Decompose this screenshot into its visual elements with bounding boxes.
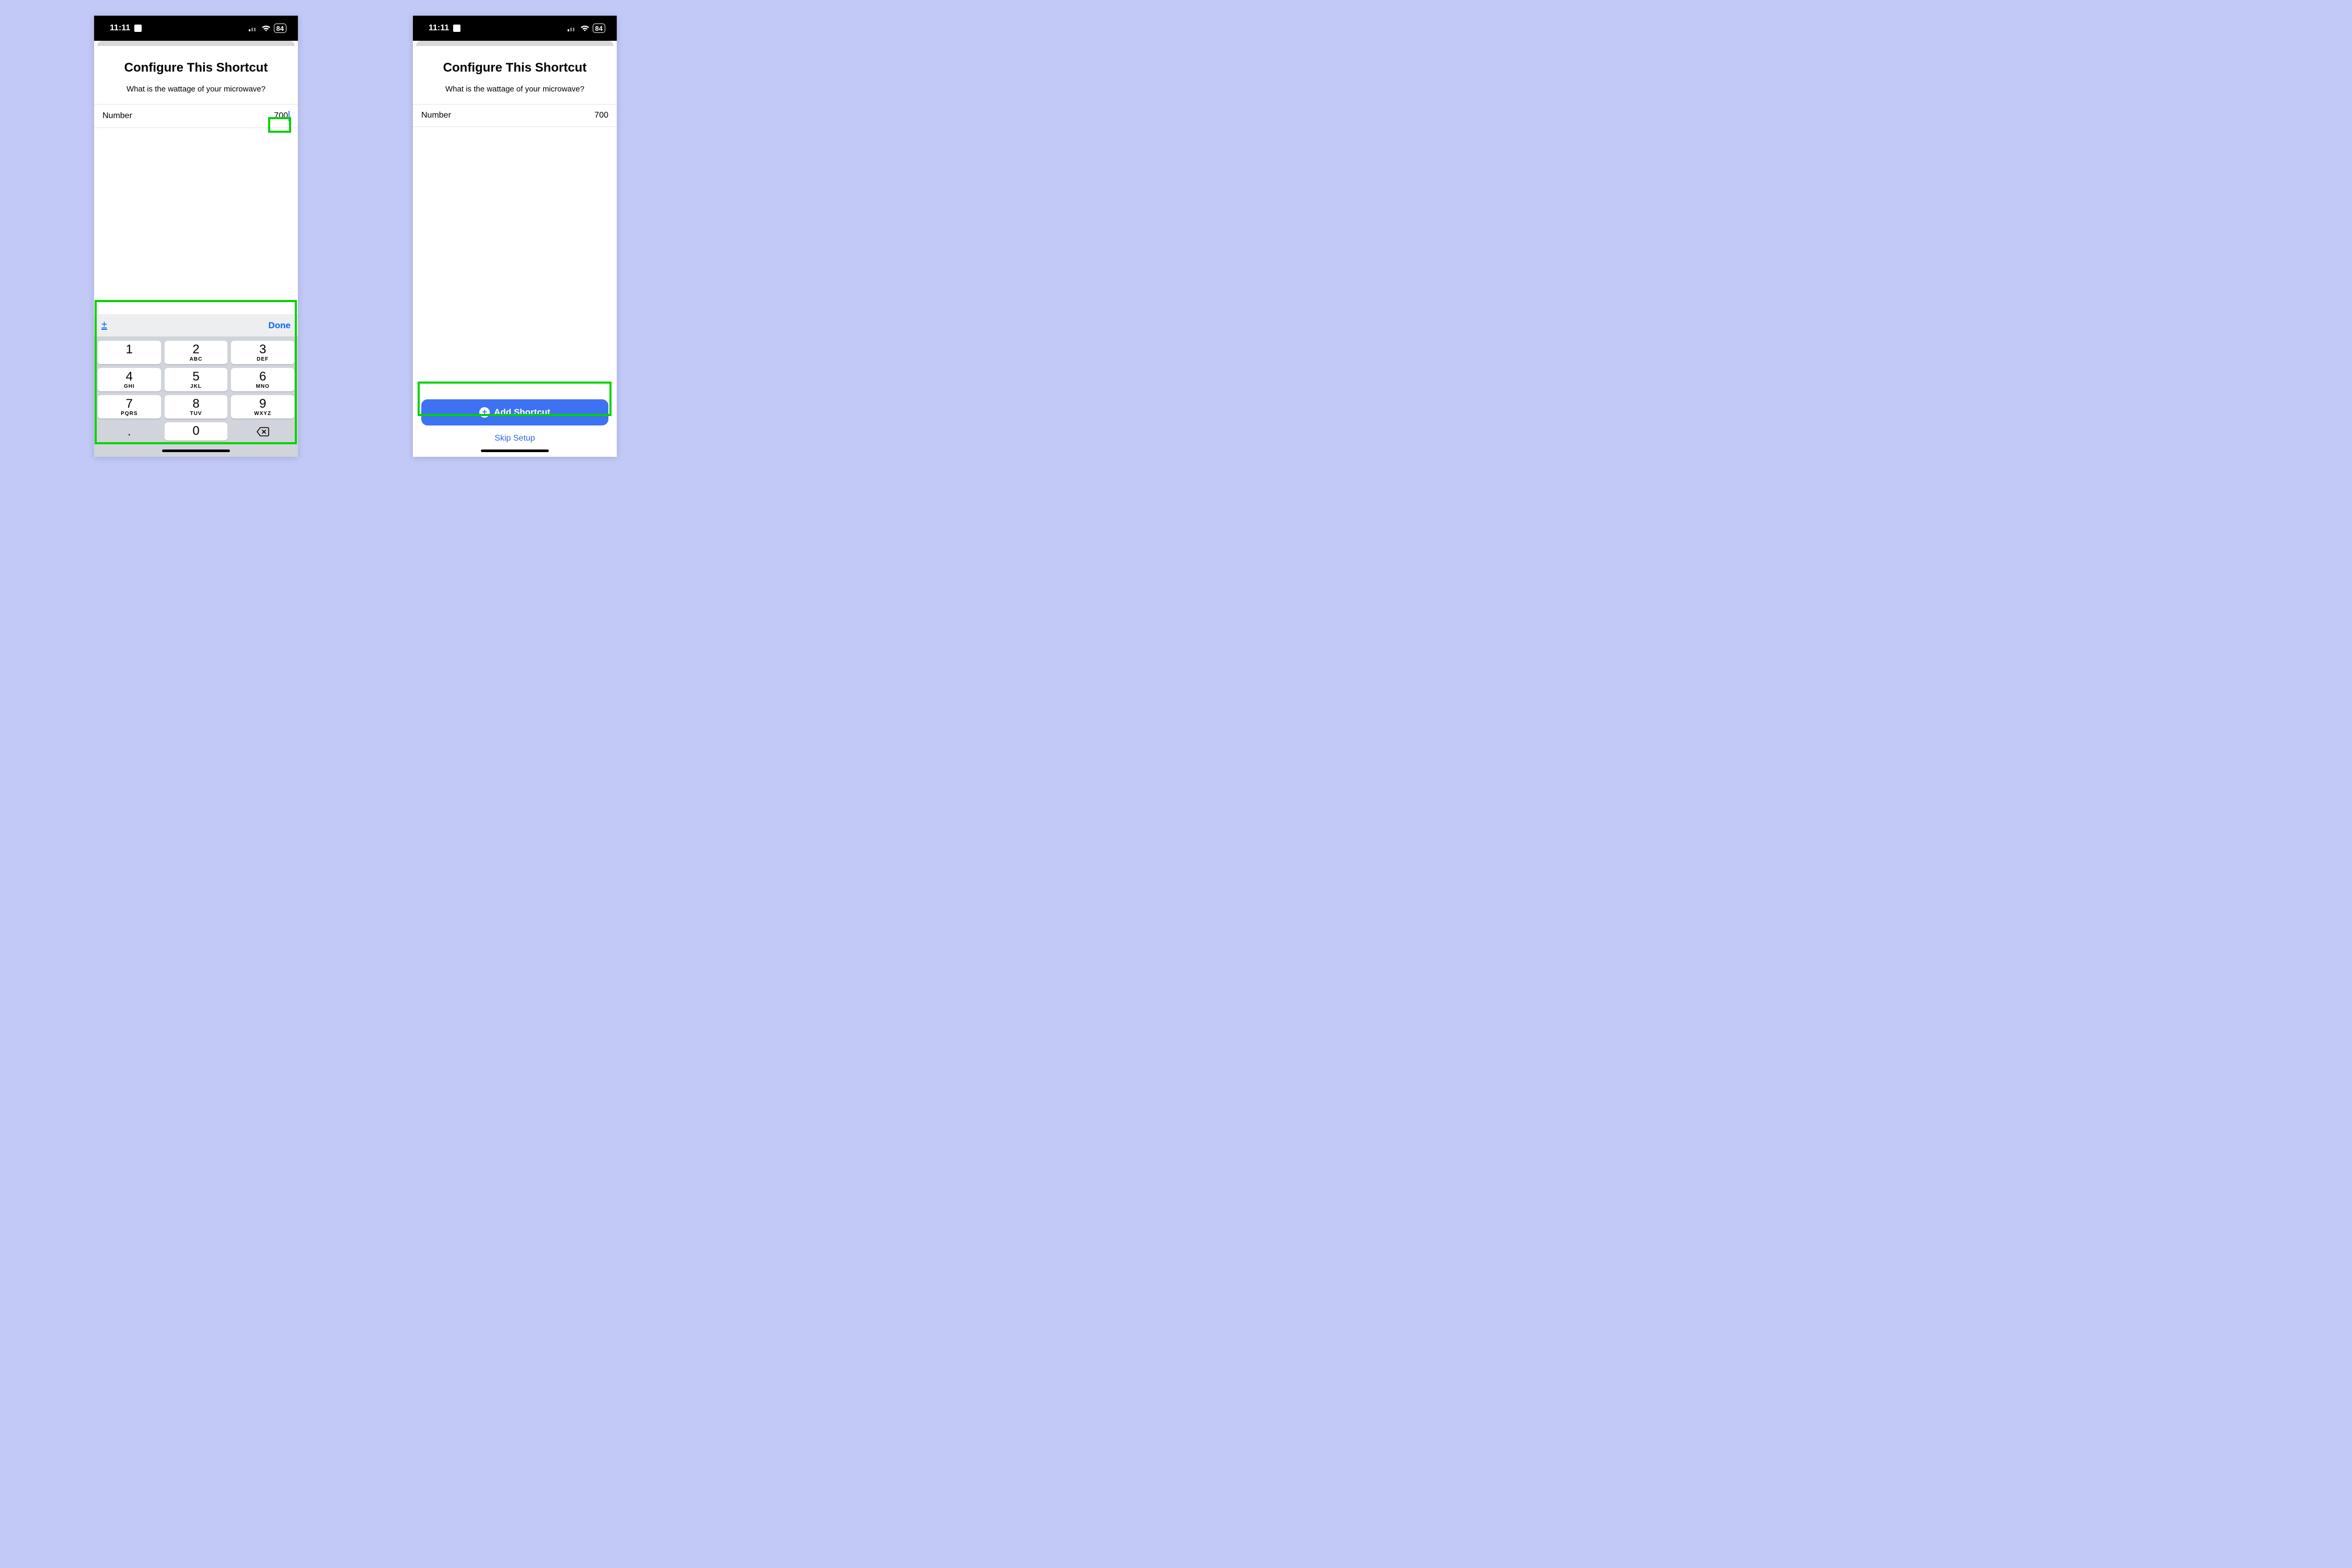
- contact-card-icon: [134, 25, 142, 32]
- modal-sheet: Configure This Shortcut What is the watt…: [94, 46, 298, 457]
- key-9[interactable]: 9WXYZ: [231, 395, 294, 419]
- battery-badge: 84: [593, 24, 605, 33]
- plus-circle-icon: +: [479, 407, 490, 418]
- phone-screenshot-right: 11:11 84 Configure This Shortcut What is…: [413, 16, 617, 457]
- keypad-grid: 1 2ABC 3DEF 4GHI 5JKL 6MNO 7PQRS 8TUV 9W…: [94, 337, 298, 444]
- key-1[interactable]: 1: [98, 341, 161, 364]
- key-8[interactable]: 8TUV: [165, 395, 228, 419]
- number-field-row[interactable]: Number 700: [413, 104, 617, 127]
- cellular-signal-icon: [249, 25, 258, 31]
- number-field-label: Number: [102, 111, 132, 121]
- number-field-row[interactable]: Number 700: [94, 104, 298, 128]
- wifi-icon: [261, 25, 271, 32]
- plus-minus-button[interactable]: ±: [101, 319, 107, 331]
- number-field-value[interactable]: 700: [269, 111, 290, 121]
- bottom-actions: + Add Shortcut Skip Setup: [413, 399, 617, 443]
- number-field-value[interactable]: 700: [587, 111, 608, 120]
- status-time: 11:11: [429, 24, 449, 33]
- key-backspace[interactable]: [231, 422, 294, 441]
- sheet-title: Configure This Shortcut: [94, 61, 298, 75]
- status-bar: 11:11 84: [94, 16, 298, 41]
- number-field-label: Number: [421, 111, 451, 120]
- done-button[interactable]: Done: [269, 320, 291, 331]
- key-0[interactable]: 0: [165, 422, 228, 441]
- background-sheet-edge: [416, 41, 614, 46]
- battery-badge: 84: [274, 24, 286, 33]
- add-shortcut-button[interactable]: + Add Shortcut: [421, 399, 608, 425]
- key-7[interactable]: 7PQRS: [98, 395, 161, 419]
- home-indicator[interactable]: [94, 444, 298, 457]
- text-caret: [289, 111, 290, 121]
- key-6[interactable]: 6MNO: [231, 368, 294, 391]
- key-4[interactable]: 4GHI: [98, 368, 161, 391]
- wifi-icon: [580, 25, 590, 32]
- background-sheet-edge: [97, 41, 295, 46]
- home-indicator[interactable]: [413, 444, 617, 457]
- backspace-icon: [256, 426, 270, 437]
- modal-sheet: Configure This Shortcut What is the watt…: [413, 46, 617, 457]
- phone-screenshot-left: 11:11 84 Configure This Shortcut What is…: [94, 16, 298, 457]
- status-time: 11:11: [110, 24, 130, 33]
- key-3[interactable]: 3DEF: [231, 341, 294, 364]
- numeric-keyboard: ± Done 1 2ABC 3DEF 4GHI 5JKL 6MNO 7PQRS …: [94, 314, 298, 457]
- key-dot[interactable]: .: [98, 422, 161, 441]
- contact-card-icon: [453, 25, 460, 32]
- keyboard-assist-bar: ± Done: [94, 314, 298, 337]
- sheet-title: Configure This Shortcut: [413, 61, 617, 75]
- status-bar: 11:11 84: [413, 16, 617, 41]
- key-5[interactable]: 5JKL: [165, 368, 228, 391]
- key-2[interactable]: 2ABC: [165, 341, 228, 364]
- sheet-subtitle: What is the wattage of your microwave?: [94, 85, 298, 94]
- skip-setup-link[interactable]: Skip Setup: [421, 434, 608, 443]
- sheet-subtitle: What is the wattage of your microwave?: [413, 85, 617, 94]
- add-shortcut-label: Add Shortcut: [494, 407, 550, 418]
- cellular-signal-icon: [568, 25, 577, 31]
